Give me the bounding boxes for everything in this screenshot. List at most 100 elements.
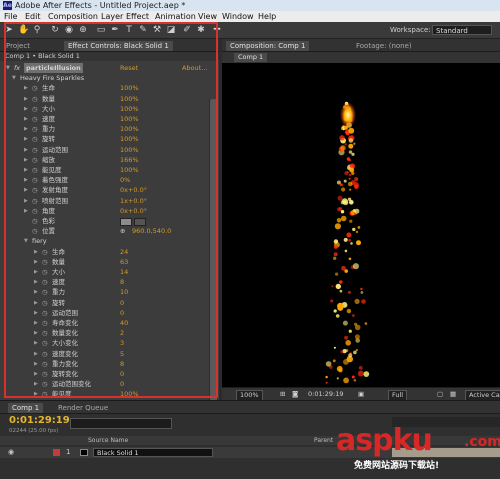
property-value[interactable]: 8	[120, 359, 124, 369]
property-value[interactable]: 0	[120, 369, 124, 379]
stopwatch-icon[interactable]: ◷	[42, 389, 48, 399]
effects-scrollbar[interactable]	[209, 99, 218, 429]
emitter-property-row[interactable]: ▶ ◷ 旋转 100%	[6, 134, 210, 144]
emitter-property-row[interactable]: ▶ ◷ 重力 100%	[6, 124, 210, 134]
fiery-property-row[interactable]: ▶ ◷ 大小 14	[6, 267, 210, 277]
property-value[interactable]: 100%	[120, 94, 139, 104]
menu-help[interactable]: Help	[258, 12, 276, 21]
eraser-tool-icon[interactable]: ◪	[166, 25, 176, 35]
label-color-swatch[interactable]	[53, 449, 60, 456]
stopwatch-icon[interactable]: ◷	[32, 226, 38, 236]
stopwatch-icon[interactable]: ◷	[32, 145, 38, 155]
fiery-property-row[interactable]: ▶ ◷ 运动范围 0	[6, 308, 210, 318]
stopwatch-icon[interactable]: ◷	[32, 216, 38, 226]
disclosure-closed-icon[interactable]: ▶	[24, 196, 28, 206]
stopwatch-icon[interactable]: ◷	[32, 155, 38, 165]
property-value[interactable]: 0	[120, 308, 124, 318]
stopwatch-icon[interactable]: ◷	[42, 369, 48, 379]
stopwatch-icon[interactable]: ◷	[32, 124, 38, 134]
transparency-icon[interactable]: ▦	[450, 390, 456, 399]
tab-comp1[interactable]: Comp 1	[8, 403, 44, 413]
fiery-property-row[interactable]: ▶ ◷ 旋转 0	[6, 298, 210, 308]
composition-viewer[interactable]	[222, 63, 500, 387]
stopwatch-icon[interactable]: ◷	[32, 165, 38, 175]
disclosure-closed-icon[interactable]: ▶	[24, 145, 28, 155]
disclosure-closed-icon[interactable]: ▶	[34, 328, 38, 338]
emitter-property-row[interactable]: ▶ ◷ 角度 0x+0.0°	[6, 206, 210, 216]
property-value[interactable]: 8	[120, 277, 124, 287]
stopwatch-icon[interactable]: ◷	[32, 175, 38, 185]
emitter-property-row[interactable]: ▶ ◷ 着色强度 0%	[6, 175, 210, 185]
layer-name[interactable]: Black Solid 1	[93, 448, 213, 457]
stopwatch-icon[interactable]: ◷	[42, 318, 48, 328]
disclosure-closed-icon[interactable]: ▶	[24, 83, 28, 93]
property-value[interactable]: 100%	[120, 389, 139, 399]
timeline-search-input[interactable]	[70, 418, 172, 429]
brush-tool-icon[interactable]: ✎	[138, 25, 148, 35]
stopwatch-icon[interactable]: ◷	[42, 247, 48, 257]
rectangle-tool-icon[interactable]: ▭	[96, 25, 106, 35]
property-value[interactable]: 0%	[120, 175, 130, 185]
property-value[interactable]: 0x+0.0°	[120, 185, 147, 195]
disclosure-closed-icon[interactable]: ▶	[24, 206, 28, 216]
disclosure-closed-icon[interactable]: ▶	[34, 379, 38, 389]
rotate-tool-icon[interactable]: ↻	[50, 25, 60, 35]
property-value[interactable]: 40	[120, 318, 128, 328]
tab-effect-controls[interactable]: Effect Controls: Black Solid 1	[64, 41, 173, 51]
current-time-display[interactable]: 0:01:29:19	[9, 415, 70, 426]
emitter-property-row[interactable]: ▶ ◷ 数量 100%	[6, 94, 210, 104]
fiery-group[interactable]: ▼ fiery	[6, 236, 210, 246]
fx-toggle-icon[interactable]: fx	[14, 63, 20, 73]
about-link[interactable]: About...	[182, 63, 207, 73]
fiery-property-row[interactable]: ▶ ◷ 旋转变化 0	[6, 369, 210, 379]
disclosure-open-icon[interactable]: ▼	[24, 236, 28, 246]
stopwatch-icon[interactable]: ◷	[42, 257, 48, 267]
zoom-tool-icon[interactable]: ⚲	[32, 25, 42, 35]
scrollbar-thumb[interactable]	[210, 99, 217, 419]
disclosure-open-icon[interactable]: ▼	[12, 73, 16, 83]
reset-link[interactable]: Reset	[120, 63, 138, 73]
menu-effect[interactable]: Effect	[126, 12, 149, 21]
camera-tool-icon[interactable]: ◉	[64, 25, 74, 35]
crosshair-icon[interactable]: ⊕	[120, 226, 125, 236]
clone-stamp-tool-icon[interactable]: ⚒	[152, 25, 162, 35]
stopwatch-icon[interactable]: ◷	[42, 298, 48, 308]
show-snapshot-icon[interactable]: ▣	[358, 390, 364, 399]
property-value[interactable]: 14	[120, 267, 128, 277]
text-tool-icon[interactable]: T	[124, 25, 134, 35]
disclosure-closed-icon[interactable]: ▶	[34, 267, 38, 277]
fiery-property-row[interactable]: ▶ ◷ 寿命变化 40	[6, 318, 210, 328]
fiery-property-row[interactable]: ▶ ◷ 速度 8	[6, 277, 210, 287]
menu-layer[interactable]: Layer	[101, 12, 123, 21]
property-value[interactable]: 2	[120, 328, 124, 338]
menu-view[interactable]: View	[198, 12, 217, 21]
property-value[interactable]: 10	[120, 287, 128, 297]
disclosure-closed-icon[interactable]: ▶	[34, 338, 38, 348]
disclosure-closed-icon[interactable]: ▶	[34, 287, 38, 297]
emitter-property-row[interactable]: ▶ ◷ 大小 100%	[6, 104, 210, 114]
fiery-property-row[interactable]: ▶ ◷ 运动范围变化 0	[6, 379, 210, 389]
color-property-row[interactable]: ◷ 色彩	[6, 216, 210, 226]
workspace-dropdown[interactable]: Standard	[432, 25, 492, 35]
tab-composition[interactable]: Composition: Comp 1	[226, 41, 310, 51]
disclosure-closed-icon[interactable]: ▶	[34, 277, 38, 287]
menu-composition[interactable]: Composition	[48, 12, 98, 21]
stopwatch-icon[interactable]: ◷	[42, 267, 48, 277]
region-icon[interactable]: ▢	[437, 390, 443, 399]
disclosure-closed-icon[interactable]: ▶	[24, 165, 28, 175]
property-value[interactable]: 1x+0.0°	[120, 196, 147, 206]
stopwatch-icon[interactable]: ◷	[42, 359, 48, 369]
property-value[interactable]: 3	[120, 338, 124, 348]
local-axis-icon[interactable]: ✚	[212, 25, 222, 35]
disclosure-closed-icon[interactable]: ▶	[24, 114, 28, 124]
disclosure-closed-icon[interactable]: ▶	[34, 369, 38, 379]
stopwatch-icon[interactable]: ◷	[42, 277, 48, 287]
effect-header[interactable]: ▼ particleIllusion fx Reset About...	[6, 63, 210, 73]
stopwatch-icon[interactable]: ◷	[32, 104, 38, 114]
property-value[interactable]: 100%	[120, 83, 139, 93]
property-value[interactable]: 960.0,540.0	[132, 226, 171, 236]
stopwatch-icon[interactable]: ◷	[32, 83, 38, 93]
emitter-property-row[interactable]: ▶ ◷ 运动范围 100%	[6, 145, 210, 155]
emitter-property-row[interactable]: ▶ ◷ 缩放 166%	[6, 155, 210, 165]
property-value[interactable]: 0	[120, 298, 124, 308]
